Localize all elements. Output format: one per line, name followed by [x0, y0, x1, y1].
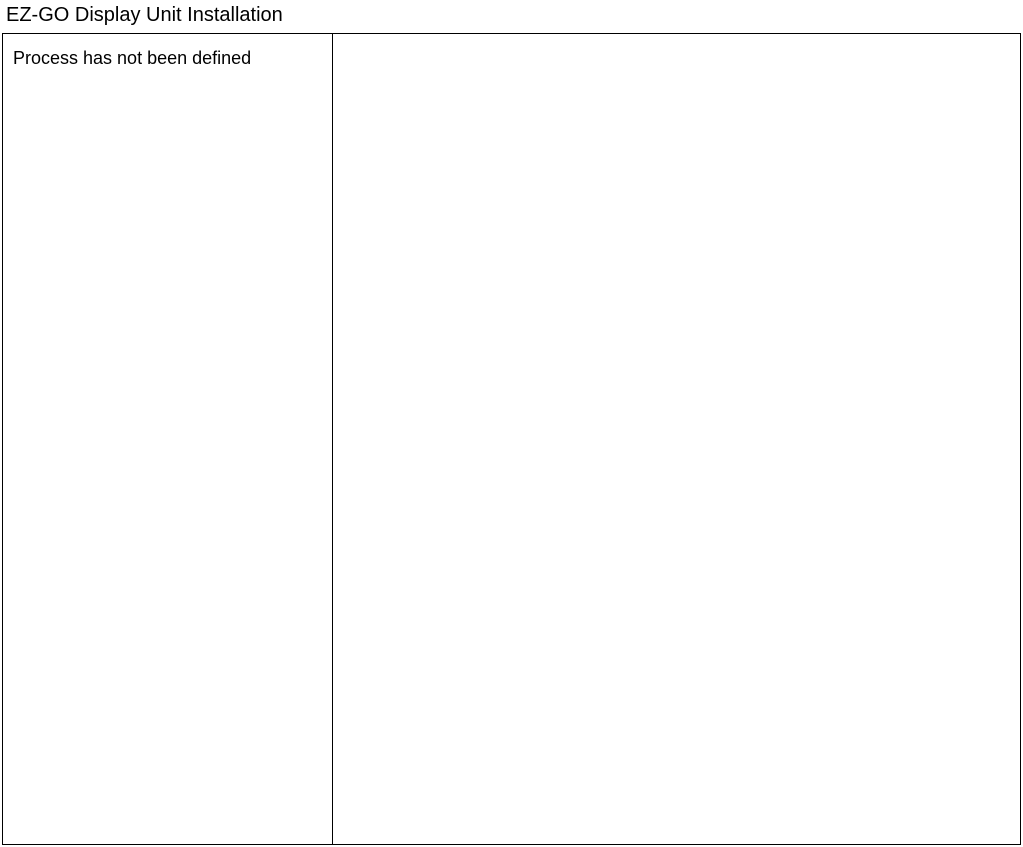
left-panel: Process has not been defined [3, 34, 333, 844]
process-status-message: Process has not been defined [13, 48, 322, 69]
right-panel [333, 34, 1020, 844]
page-title: EZ-GO Display Unit Installation [0, 0, 1023, 33]
content-frame: Process has not been defined [2, 33, 1021, 845]
